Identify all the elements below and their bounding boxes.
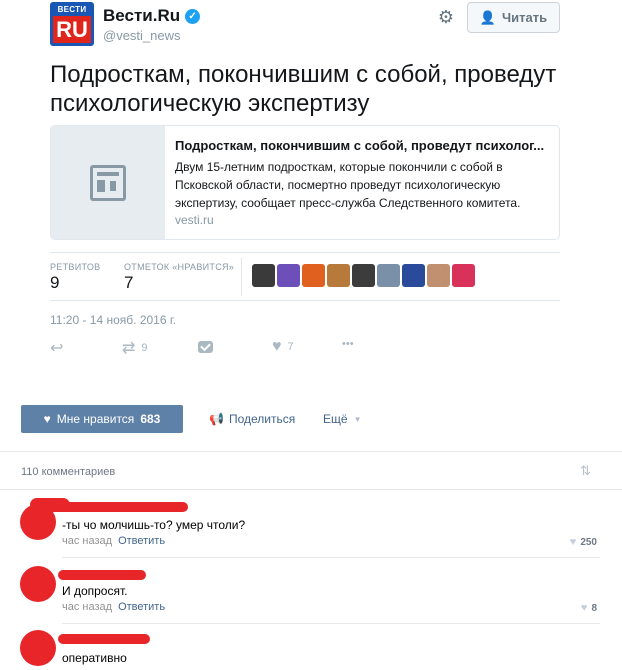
add-user-icon: 👤: [479, 9, 497, 25]
comment-meta: час назад Ответить: [62, 535, 165, 547]
likes-label: ОТМЕТОК «НРАВИТСЯ»: [124, 262, 235, 272]
liker-avatar[interactable]: [427, 264, 450, 287]
heart-icon: ♥: [272, 338, 282, 355]
divider: [241, 258, 242, 296]
card-thumbnail: [51, 126, 165, 239]
account-handle[interactable]: @vesti_news: [103, 28, 181, 43]
divider: [50, 252, 560, 253]
account-name-text: Вести.Ru: [103, 6, 181, 25]
liker-avatar[interactable]: [252, 264, 275, 287]
divider: [62, 557, 600, 558]
comment-like-count: 8: [591, 602, 597, 614]
card-description: Двум 15-летним подросткам, которые покон…: [175, 160, 521, 210]
follow-label: Читать: [502, 10, 548, 25]
retweet-action-count: 9: [141, 342, 148, 354]
comment-text: оперативно: [62, 651, 127, 665]
tweet-actions: ↩ ⇄ 9 ♥ 7 •••: [50, 338, 370, 358]
verified-icon: ✓: [185, 8, 201, 24]
sort-icon[interactable]: ⇅: [580, 463, 591, 479]
retweet-button[interactable]: ⇄ 9: [122, 338, 148, 358]
gear-icon[interactable]: ⚙: [436, 7, 456, 27]
liker-avatar[interactable]: [327, 264, 350, 287]
card-domain: vesti.ru: [175, 213, 214, 227]
vk-more-label: Ещё: [323, 412, 348, 426]
message-icon: [198, 341, 213, 353]
comment-like-button[interactable]: ♥ 250: [570, 536, 597, 548]
comment-meta: час назад Ответить: [62, 601, 165, 613]
comment-text: -ты чо молчишь-то? умер чтоли?: [62, 518, 246, 532]
vk-like-count: 683: [140, 412, 161, 426]
reply-link[interactable]: Ответить: [118, 535, 165, 547]
more-button[interactable]: •••: [342, 338, 354, 350]
comment-like-button[interactable]: ♥ 8: [581, 602, 597, 614]
heart-icon: ♥: [569, 536, 577, 548]
dm-button[interactable]: [198, 341, 213, 353]
comment-like-count: 250: [580, 536, 597, 548]
redacted-name: [58, 634, 150, 644]
retweet-icon: ⇄: [122, 340, 136, 357]
liker-avatar[interactable]: [352, 264, 375, 287]
avatar-main-text: RU: [53, 16, 91, 43]
vk-like-label: Мне нравится: [56, 412, 135, 426]
account-name[interactable]: Вести.Ru ✓: [103, 6, 201, 26]
like-button[interactable]: ♥ 7: [272, 338, 294, 356]
link-card[interactable]: Подросткам, покончившим с собой, проведу…: [50, 125, 560, 240]
reply-icon: ↩: [50, 340, 64, 357]
more-icon: •••: [342, 338, 354, 350]
heart-icon: ♥: [580, 602, 588, 614]
likes-count[interactable]: 7: [124, 273, 133, 293]
megaphone-icon: 📢: [209, 412, 224, 426]
liker-avatar[interactable]: [452, 264, 475, 287]
divider: [0, 451, 622, 452]
liker-avatar[interactable]: [277, 264, 300, 287]
vk-more-button[interactable]: Ещё ▼: [323, 412, 361, 426]
avatar-top-text: ВЕСТИ: [57, 5, 87, 14]
follow-button[interactable]: 👤 Читать: [467, 2, 560, 33]
card-title: Подросткам, покончившим с собой, проведу…: [175, 138, 545, 153]
reply-link[interactable]: Ответить: [118, 601, 165, 613]
tweet-text: Подросткам, покончившим с собой, проведу…: [50, 61, 557, 117]
comment-item: -ты чо молчишь-то? умер чтоли? час назад…: [0, 496, 622, 556]
divider: [50, 300, 560, 301]
divider: [0, 489, 622, 490]
redacted-name: [58, 502, 188, 512]
vk-share-button[interactable]: 📢 Поделиться: [209, 412, 295, 426]
likers-avatars: [252, 264, 475, 287]
vk-share-label: Поделиться: [228, 412, 296, 426]
tweet-timestamp[interactable]: 11:20 - 14 нояб. 2016 г.: [50, 313, 176, 327]
retweets-label: РЕТВИТОВ: [50, 262, 101, 272]
redacted-name: [30, 498, 70, 512]
redacted-name: [58, 570, 146, 580]
reply-button[interactable]: ↩: [50, 338, 63, 358]
document-icon: [90, 164, 126, 201]
comments-count: 110 комментариев: [21, 466, 116, 478]
comment-item: оперативно: [0, 626, 622, 670]
comment-item: И допросят. час назад Ответить ♥ 8: [0, 562, 622, 622]
liker-avatar[interactable]: [402, 264, 425, 287]
retweets-count[interactable]: 9: [50, 273, 59, 293]
comment-avatar[interactable]: [20, 566, 56, 602]
divider: [62, 623, 600, 624]
vk-like-button[interactable]: ♥ Мне нравится 683: [21, 405, 183, 433]
comment-avatar[interactable]: [20, 630, 56, 666]
heart-icon: ♥: [43, 412, 51, 426]
like-action-count: 7: [287, 341, 294, 353]
liker-avatar[interactable]: [377, 264, 400, 287]
liker-avatar[interactable]: [302, 264, 325, 287]
vesti-avatar[interactable]: ВЕСТИ RU: [50, 2, 94, 46]
comment-time: час назад: [62, 601, 113, 613]
comment-text: И допросят.: [62, 584, 128, 598]
comment-time: час назад: [62, 535, 113, 547]
chevron-down-icon: ▼: [353, 414, 362, 424]
